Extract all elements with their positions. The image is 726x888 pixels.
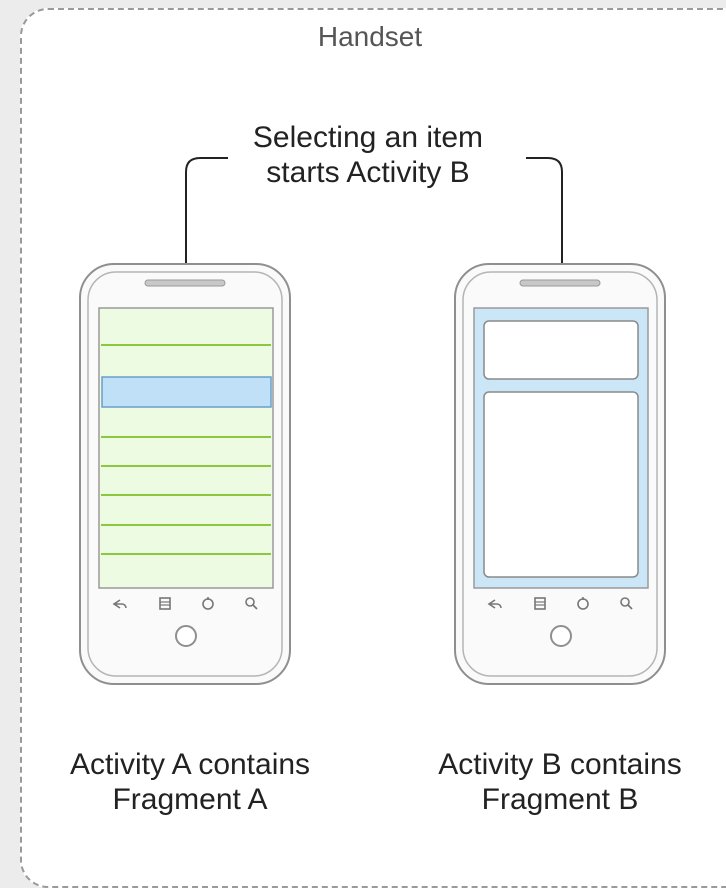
- caption-b-line-1: Activity B contains: [438, 748, 682, 781]
- phone-b-speaker: [519, 279, 601, 287]
- phone-b: [454, 263, 666, 685]
- phone-a-screen: [98, 307, 274, 589]
- caption-a-line-2: Fragment A: [112, 783, 268, 817]
- phone-b-content-pane: [483, 391, 639, 578]
- phone-b-home-button: [550, 625, 572, 647]
- caption-activity-b: Activity B contains Fragment B: [410, 747, 710, 818]
- phone-a-home-button: [175, 625, 197, 647]
- diagram-canvas: Handset Selecting an item starts Activit…: [0, 0, 726, 888]
- caption-b-line-2: Fragment B: [481, 783, 639, 817]
- caption-activity-a: Activity A contains Fragment A: [40, 747, 340, 818]
- phone-a-speaker: [144, 279, 226, 287]
- phone-a-selected-row: [101, 376, 272, 408]
- phone-a: [79, 263, 291, 685]
- phone-b-top-pane: [483, 320, 639, 380]
- diagram-drawing: [79, 157, 666, 685]
- caption-a-line-1: Activity A contains: [69, 748, 311, 781]
